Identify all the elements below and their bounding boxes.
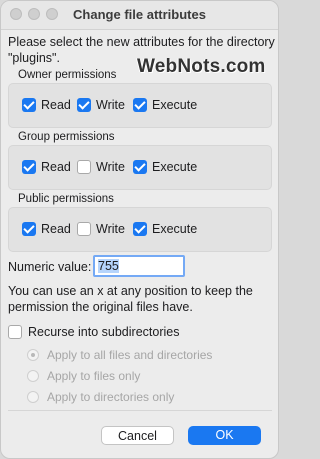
public-permissions-label: Public permissions — [18, 193, 114, 205]
radio-selected-icon — [27, 349, 39, 361]
owner-permissions-group: Read Write Execute — [8, 83, 272, 128]
checkbox-unchecked-icon — [77, 222, 91, 236]
ok-button[interactable]: OK — [188, 426, 261, 445]
group-permissions-label: Group permissions — [18, 131, 115, 143]
checkbox-checked-icon — [22, 98, 36, 112]
numeric-value-field[interactable]: 755 — [93, 255, 185, 277]
group-permissions-group: Read Write Execute — [8, 145, 272, 190]
watermark-logo: WebNots.com — [137, 56, 266, 77]
public-permissions-group: Read Write Execute — [8, 207, 272, 252]
checkbox-checked-icon — [133, 160, 147, 174]
checkbox-unchecked-icon — [8, 325, 22, 339]
title-bar: Change file attributes — [1, 1, 278, 30]
numeric-value-label: Numeric value: — [8, 260, 92, 274]
checkbox-checked-icon — [133, 222, 147, 236]
checkbox-checked-icon — [133, 98, 147, 112]
radio-unselected-icon — [27, 391, 39, 403]
apply-all-radio[interactable]: Apply to all files and directories — [27, 348, 212, 362]
public-write-checkbox[interactable]: Write — [77, 222, 125, 236]
group-read-checkbox[interactable]: Read — [22, 160, 71, 174]
public-execute-checkbox[interactable]: Execute — [133, 222, 197, 236]
public-read-checkbox[interactable]: Read — [22, 222, 71, 236]
change-file-attributes-dialog: Change file attributes Please select the… — [0, 0, 279, 459]
checkbox-unchecked-icon — [77, 160, 91, 174]
owner-write-checkbox[interactable]: Write — [77, 98, 125, 112]
group-write-checkbox[interactable]: Write — [77, 160, 125, 174]
radio-unselected-icon — [27, 370, 39, 382]
owner-permissions-label: Owner permissions — [18, 69, 117, 81]
divider — [8, 410, 272, 411]
checkbox-checked-icon — [22, 160, 36, 174]
owner-read-checkbox[interactable]: Read — [22, 98, 71, 112]
group-execute-checkbox[interactable]: Execute — [133, 160, 197, 174]
numeric-value-text: 755 — [98, 259, 119, 273]
window-title: Change file attributes — [73, 7, 206, 22]
recurse-subdirectories-checkbox[interactable]: Recurse into subdirectories — [8, 325, 179, 339]
checkbox-checked-icon — [77, 98, 91, 112]
cancel-button[interactable]: Cancel — [101, 426, 174, 445]
hint-text: You can use an x at any position to keep… — [8, 284, 253, 314]
apply-files-radio[interactable]: Apply to files only — [27, 369, 140, 383]
owner-execute-checkbox[interactable]: Execute — [133, 98, 197, 112]
checkbox-checked-icon — [22, 222, 36, 236]
apply-directories-radio[interactable]: Apply to directories only — [27, 390, 174, 404]
